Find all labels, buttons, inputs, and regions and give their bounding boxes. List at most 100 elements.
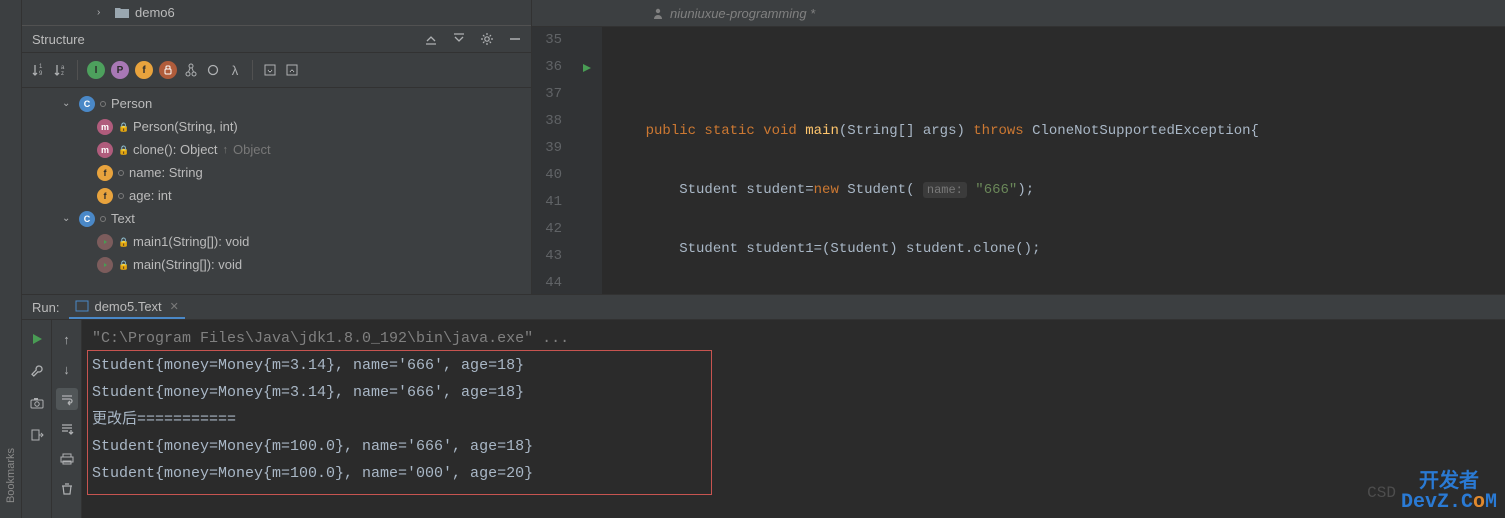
svg-text:9: 9 [39, 71, 43, 77]
show-anonymous-icon[interactable] [205, 62, 221, 78]
field-icon: f [97, 188, 113, 204]
class-icon: C [79, 211, 95, 227]
softwrap-icon[interactable] [56, 388, 78, 410]
sort-alpha-icon[interactable]: az [52, 62, 68, 78]
show-lambda-icon[interactable] [159, 61, 177, 79]
visibility-icon [118, 170, 124, 176]
author-hint-bar: niuniuxue-programming * [532, 0, 1505, 27]
structure-panel: › demo6 Structure 19 az I [22, 0, 532, 294]
scroll-end-icon[interactable] [56, 418, 78, 440]
visibility-icon [118, 193, 124, 199]
line-number-gutter: 35363738394041424344 [532, 27, 572, 294]
collapse-all-icon[interactable] [449, 29, 469, 49]
console-cmd: "C:\Program Files\Java\jdk1.8.0_192\bin\… [92, 325, 1495, 352]
project-tree-row[interactable]: › demo6 [22, 0, 531, 25]
folder-name: demo6 [135, 5, 175, 20]
camera-icon[interactable] [26, 392, 48, 414]
up-icon[interactable]: ↑ [56, 328, 78, 350]
trash-icon[interactable] [56, 478, 78, 500]
gear-icon[interactable] [477, 29, 497, 49]
console-line: Student{money=Money{m=100.0}, name='666'… [92, 433, 1495, 460]
lock-icon: 🔒 [118, 122, 128, 132]
method-node[interactable]: m 🔒 Person(String, int) [22, 115, 531, 138]
class-node-person[interactable]: ⌄ C Person [22, 92, 531, 115]
structure-tree: ⌄ C Person m 🔒 Person(String, int) m 🔒 c… [22, 88, 531, 294]
field-node[interactable]: f name: String [22, 161, 531, 184]
run-header: Run: demo5.Text ✕ [22, 295, 1505, 320]
down-icon[interactable]: ↓ [56, 358, 78, 380]
chevron-down-icon: ⌄ [62, 98, 74, 109]
run-play-icon[interactable] [26, 328, 48, 350]
autoscroll2-icon[interactable] [284, 62, 300, 78]
console-output[interactable]: "C:\Program Files\Java\jdk1.8.0_192\bin\… [82, 320, 1505, 518]
run-method-icon [97, 257, 113, 273]
method-node[interactable]: 🔒 main(String[]): void [22, 253, 531, 276]
method-icon: m [97, 142, 113, 158]
node-label: name: String [129, 165, 203, 180]
print-icon[interactable] [56, 448, 78, 470]
exit-icon[interactable] [26, 424, 48, 446]
class-node-text[interactable]: ⌄ C Text [22, 207, 531, 230]
lock-icon: 🔒 [118, 237, 128, 247]
method-node[interactable]: m 🔒 clone(): Object ↑ Object [22, 138, 531, 161]
run-config-icon [75, 299, 89, 313]
show-inherited-icon[interactable] [183, 62, 199, 78]
class-icon: C [79, 96, 95, 112]
chevron-down-icon: ⌄ [62, 213, 74, 224]
visibility-icon [100, 101, 106, 107]
code-area[interactable]: public static void main(String[] args) t… [602, 27, 1505, 294]
run-gutter [572, 27, 602, 294]
node-label: clone(): Object [133, 142, 218, 157]
run-tab[interactable]: demo5.Text ✕ [69, 296, 184, 319]
field-icon: f [97, 165, 113, 181]
node-label: main1(String[]): void [133, 234, 249, 249]
visibility-icon [100, 216, 106, 222]
left-gutter-bar: Bookmarks [0, 0, 22, 518]
method-node[interactable]: 🔒 main1(String[]): void [22, 230, 531, 253]
wrench-icon[interactable] [26, 360, 48, 382]
minimize-icon[interactable] [505, 29, 525, 49]
method-icon: m [97, 119, 113, 135]
autoscroll1-icon[interactable] [262, 62, 278, 78]
expand-all-icon[interactable] [421, 29, 441, 49]
lock-icon: 🔒 [118, 260, 128, 270]
console-line: Student{money=Money{m=3.14}, name='666',… [92, 352, 1495, 379]
folder-icon [115, 7, 129, 19]
close-icon[interactable]: ✕ [170, 300, 179, 313]
node-label: Text [111, 211, 135, 226]
run-panel: Run: demo5.Text ✕ ↑ ↓ [22, 295, 1505, 518]
chevron-right-icon: › [97, 7, 109, 18]
console-line: Student{money=Money{m=3.14}, name='666',… [92, 379, 1495, 406]
show-fields-icon[interactable]: f [135, 61, 153, 79]
override-up-icon: ↑ [223, 144, 229, 156]
author-hint: niuniuxue-programming * [670, 6, 815, 21]
run-tab-label: demo5.Text [94, 299, 161, 314]
show-properties-icon[interactable]: P [111, 61, 129, 79]
editor-area: niuniuxue-programming * 3536373839404142… [532, 0, 1505, 294]
watermark: CSD 开发者 DevZ.CoM [1367, 473, 1497, 513]
svg-text:1: 1 [39, 64, 43, 70]
field-node[interactable]: f age: int [22, 184, 531, 207]
lock-icon: 🔒 [118, 145, 128, 155]
svg-text:z: z [61, 71, 64, 77]
run-label: Run: [32, 300, 59, 315]
super-class: Object [233, 142, 271, 157]
console-line: 更改后=========== [92, 406, 1495, 433]
structure-header: Structure [22, 25, 531, 53]
editor-body[interactable]: 35363738394041424344 public static void … [532, 27, 1505, 294]
node-label: Person(String, int) [133, 119, 238, 134]
run-toolbar-inner: ↑ ↓ [52, 320, 82, 518]
show-interfaces-icon[interactable]: I [87, 61, 105, 79]
sort1-icon[interactable]: 19 [30, 62, 46, 78]
bookmarks-label[interactable]: Bookmarks [5, 443, 17, 508]
run-toolbar-left [22, 320, 52, 518]
console-line: Student{money=Money{m=100.0}, name='000'… [92, 460, 1495, 487]
person-icon [652, 7, 664, 19]
run-method-icon [97, 234, 113, 250]
node-label: main(String[]): void [133, 257, 242, 272]
lambda-icon[interactable]: λ [227, 62, 243, 78]
structure-title: Structure [32, 32, 85, 47]
node-label: Person [111, 96, 152, 111]
structure-toolbar: 19 az I P f λ [22, 53, 531, 88]
node-label: age: int [129, 188, 172, 203]
